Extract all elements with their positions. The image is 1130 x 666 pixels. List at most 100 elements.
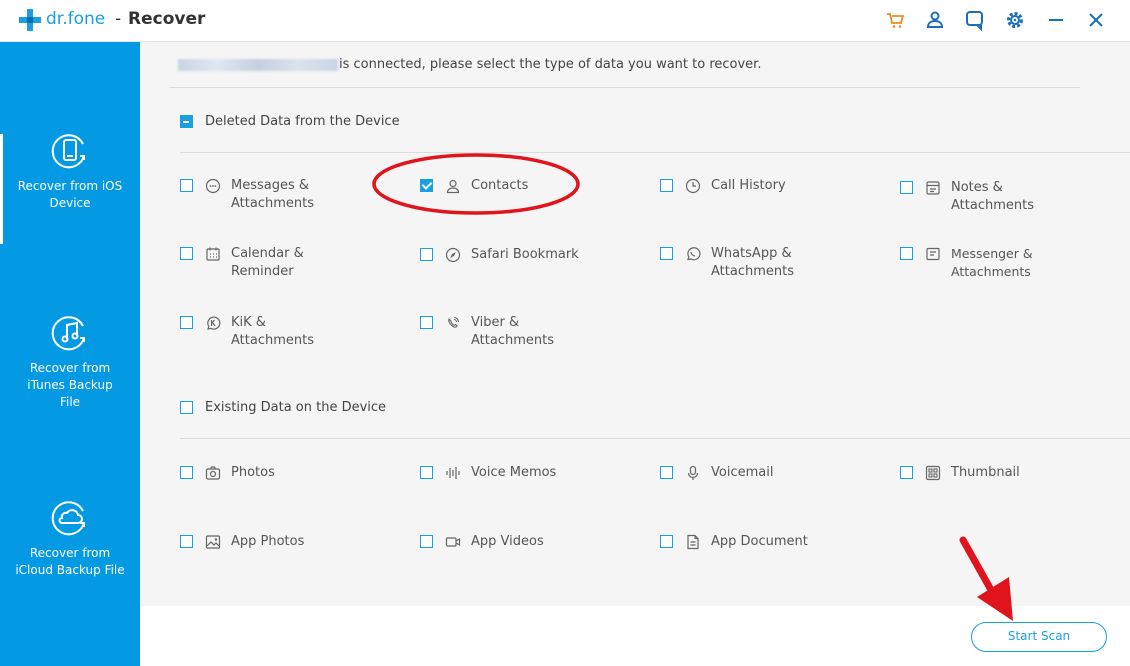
title-separator: - (115, 9, 122, 29)
camera-icon (205, 465, 221, 481)
photos-checkbox[interactable] (180, 466, 193, 479)
image-icon (205, 534, 221, 550)
viber-icon (445, 315, 461, 331)
minimize-icon[interactable] (1045, 9, 1067, 31)
whatsapp-checkbox[interactable] (660, 247, 673, 260)
option-messages[interactable]: Messages & Attachments (180, 177, 351, 213)
cloud-recover-icon (51, 501, 85, 536)
option-label-line1: Safari Bookmark (471, 247, 579, 262)
sidebar-item-label-line1: Recover from (29, 546, 111, 560)
sidebar-item-recover-ios[interactable]: Recover from iOS Device (0, 130, 140, 212)
music-recover-icon (51, 316, 85, 351)
option-label-line1: Voice Memos (471, 465, 557, 480)
account-icon[interactable] (924, 9, 946, 31)
option-label-line1: Calendar & (231, 246, 304, 261)
option-label-line1: Viber & (471, 315, 520, 330)
contacts-checkbox[interactable] (420, 179, 433, 192)
notes-icon (925, 180, 941, 196)
option-label-line1: Messages & (231, 178, 310, 193)
option-messenger[interactable]: Messenger & Attachments (900, 245, 1071, 281)
option-thumbnail[interactable]: Thumbnail (900, 464, 1071, 482)
option-app-photos[interactable]: App Photos (180, 533, 351, 551)
title-bar: dr.fone - Recover (0, 0, 1130, 42)
section-existing-label: Existing Data on the Device (205, 400, 387, 415)
option-label-line1: App Document (711, 534, 808, 549)
sidebar-item-label-line1: Recover from (29, 361, 111, 375)
option-label-line1: Notes & (951, 180, 1003, 195)
sidebar-item-recover-itunes[interactable]: Recover from iTunes Backup File (0, 312, 140, 411)
thumbnail-icon (925, 465, 941, 481)
close-icon[interactable] (1085, 9, 1107, 31)
kik-icon (205, 315, 221, 331)
option-app-videos[interactable]: App Videos (420, 533, 591, 551)
option-notes[interactable]: Notes & Attachments (900, 179, 1071, 215)
divider (180, 438, 1130, 439)
connection-status-text: is connected, please select the type of … (339, 57, 762, 72)
settings-icon[interactable] (1004, 9, 1026, 31)
thumbnail-checkbox[interactable] (900, 466, 913, 479)
safari-bookmark-checkbox[interactable] (420, 248, 433, 261)
option-label-line2: Attachments (951, 198, 1034, 213)
option-contacts[interactable]: Contacts (420, 177, 591, 195)
viber-checkbox[interactable] (420, 316, 433, 329)
option-label-line2: Attachments (231, 333, 314, 348)
feedback-icon[interactable] (964, 9, 986, 31)
call-history-checkbox[interactable] (660, 179, 673, 192)
voicemail-checkbox[interactable] (660, 466, 673, 479)
section-existing-header[interactable]: Existing Data on the Device (180, 400, 386, 415)
option-viber[interactable]: Viber & Attachments (420, 314, 591, 350)
message-icon (205, 178, 221, 194)
option-label-line2: Attachments (951, 264, 1031, 279)
option-label-line1: Thumbnail (951, 465, 1020, 480)
option-photos[interactable]: Photos (180, 464, 351, 482)
cart-icon[interactable] (885, 9, 907, 31)
clock-icon (685, 178, 701, 194)
option-label-line1: Contacts (471, 178, 529, 193)
divider (170, 87, 1080, 88)
start-scan-button[interactable]: Start Scan (971, 622, 1107, 652)
option-voicemail[interactable]: Voicemail (660, 464, 831, 482)
brand-name: dr.fone (46, 9, 106, 29)
voice-memos-checkbox[interactable] (420, 466, 433, 479)
option-label-line2: Attachments (471, 333, 554, 348)
option-label-line1: Voicemail (711, 465, 774, 480)
option-voice-memos[interactable]: Voice Memos (420, 464, 591, 482)
sidebar-item-label-line3: File (59, 395, 81, 409)
calendar-checkbox[interactable] (180, 247, 193, 260)
option-whatsapp[interactable]: WhatsApp & Attachments (660, 245, 831, 281)
section-deleted-checkbox[interactable] (180, 115, 193, 128)
messenger-checkbox[interactable] (900, 247, 913, 260)
sidebar-item-recover-icloud[interactable]: Recover from iCloud Backup File (0, 497, 140, 579)
messenger-icon (925, 246, 941, 262)
messages-checkbox[interactable] (180, 179, 193, 192)
sidebar-item-label-line2: Device (49, 196, 91, 210)
divider (180, 152, 1130, 153)
option-app-document[interactable]: App Document (660, 533, 831, 551)
option-safari-bookmark[interactable]: Safari Bookmark (420, 246, 591, 264)
option-label-line1: Call History (711, 178, 786, 193)
video-icon (445, 534, 461, 550)
option-kik[interactable]: KiK & Attachments (180, 314, 351, 350)
notes-checkbox[interactable] (900, 181, 913, 194)
option-calendar[interactable]: Calendar & Reminder (180, 245, 351, 281)
compass-icon (445, 247, 461, 263)
app-document-checkbox[interactable] (660, 535, 673, 548)
kik-checkbox[interactable] (180, 316, 193, 329)
option-label-line1: Photos (231, 465, 275, 480)
section-existing-checkbox[interactable] (180, 401, 193, 414)
option-label-line1: Messenger & (951, 246, 1033, 261)
document-icon (685, 534, 701, 550)
option-label-line2: Attachments (231, 196, 314, 211)
option-label-line1: App Photos (231, 534, 305, 549)
sidebar-item-label-line2: iCloud Backup File (15, 563, 125, 577)
drfone-logo-icon (19, 9, 41, 31)
blurred-device-name (178, 58, 338, 71)
section-deleted-header[interactable]: Deleted Data from the Device (180, 114, 400, 129)
section-deleted-label: Deleted Data from the Device (205, 114, 400, 129)
app-photos-checkbox[interactable] (180, 535, 193, 548)
app-videos-checkbox[interactable] (420, 535, 433, 548)
option-label-line1: WhatsApp & (711, 246, 792, 261)
window-title: Recover (128, 9, 206, 29)
option-label-line1: App Videos (471, 534, 544, 549)
option-call-history[interactable]: Call History (660, 177, 831, 195)
